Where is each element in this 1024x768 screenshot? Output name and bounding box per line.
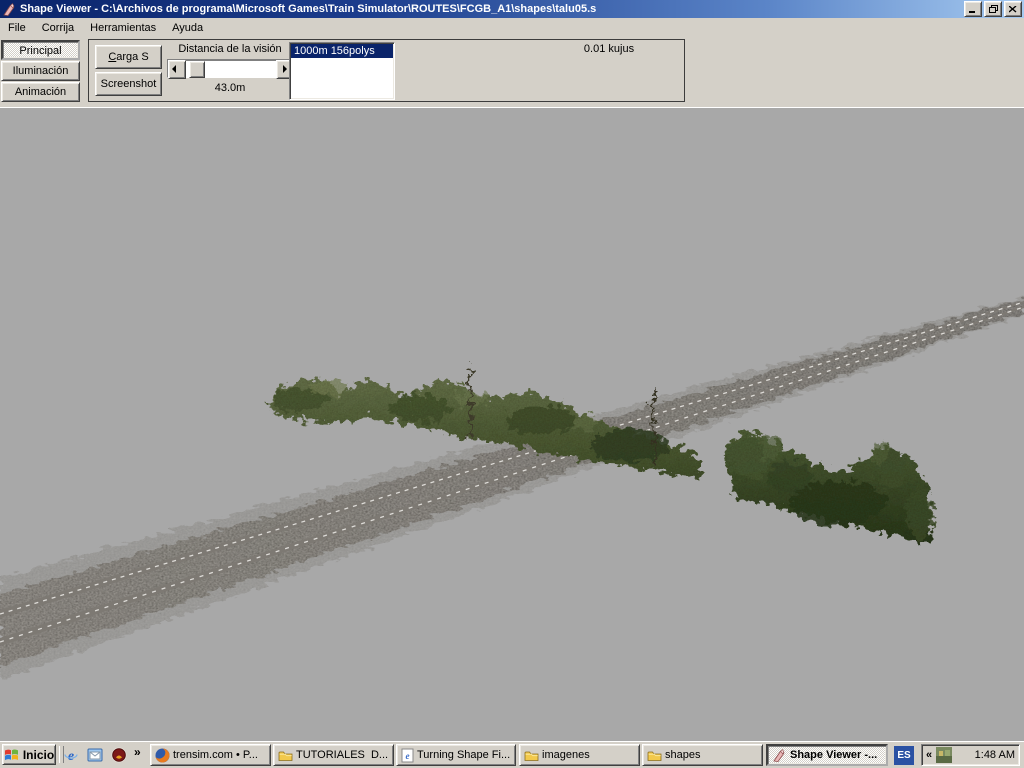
restore-icon xyxy=(989,5,998,13)
folder-icon xyxy=(524,749,539,762)
taskbar-button-shapes[interactable]: shapes xyxy=(642,744,763,766)
shape-viewer-icon xyxy=(772,748,787,763)
viewport-3d[interactable] xyxy=(0,108,1024,741)
taskbar-button-label: TUTORIALES D... xyxy=(296,749,389,761)
left-triangle-icon xyxy=(172,65,176,73)
restore-button[interactable] xyxy=(984,1,1002,17)
svg-text:e: e xyxy=(68,749,74,763)
outlook-express-icon xyxy=(87,747,103,763)
lod-listbox[interactable]: 1000m 156polys xyxy=(289,42,395,100)
view-distance-slider[interactable] xyxy=(167,59,295,78)
taskbar-button-label: shapes xyxy=(665,749,758,761)
taskbar-clock: 1:48 AM xyxy=(975,749,1015,761)
desktop: { "window": { "title": "Shape Viewer - C… xyxy=(0,0,1024,768)
railway-scene xyxy=(0,108,1024,741)
taskbar-button-label: Shape Viewer -... xyxy=(790,749,882,761)
taskbar-button-label: imagenes xyxy=(542,749,635,761)
menu-file[interactable]: File xyxy=(0,20,34,36)
svg-text:e: e xyxy=(406,751,410,761)
menu-bar: File Corrija Herramientas Ayuda xyxy=(0,18,1024,37)
quick-launch-outlook-express[interactable] xyxy=(86,746,104,764)
stat-readout: 0.01 kujus xyxy=(529,43,689,55)
red-app-icon xyxy=(111,747,127,763)
start-button[interactable]: Inicio xyxy=(2,744,56,765)
view-distance-value: 43.0m xyxy=(165,82,295,94)
title-bar[interactable]: Shape Viewer - C:\Archivos de programa\M… xyxy=(0,0,1024,18)
taskbar-button-label: trensim.com • P... xyxy=(173,749,266,761)
quick-launch-internet-explorer[interactable]: e xyxy=(62,746,80,764)
close-icon xyxy=(1009,6,1017,13)
slider-track[interactable] xyxy=(186,60,276,77)
tab-principal[interactable]: Principal xyxy=(1,40,80,60)
slider-left-arrow[interactable] xyxy=(168,60,186,79)
tab-iluminacion[interactable]: Iluminación xyxy=(1,61,80,81)
internet-explorer-icon: e xyxy=(63,747,79,763)
right-triangle-icon xyxy=(283,65,287,73)
quick-launch-overflow-chevron[interactable]: » xyxy=(134,745,141,759)
quick-launch-red-app[interactable] xyxy=(110,746,128,764)
start-label: Inicio xyxy=(23,748,54,762)
windows-flag-icon xyxy=(4,747,20,762)
load-shape-button[interactable]: Carga S xyxy=(95,45,162,69)
slider-thumb[interactable] xyxy=(189,61,205,78)
tool-strip: Principal Iluminación Animación Carga S … xyxy=(0,37,1024,108)
menu-corrija[interactable]: Corrija xyxy=(34,20,82,36)
system-tray: « 1:48 AM xyxy=(921,744,1020,766)
menu-ayuda[interactable]: Ayuda xyxy=(164,20,211,36)
firefox-icon xyxy=(155,748,170,763)
html-doc-icon: e xyxy=(401,748,414,763)
taskbar-button-trensim[interactable]: trensim.com • P... xyxy=(150,744,271,766)
taskbar-button-shape-viewer[interactable]: Shape Viewer -... xyxy=(766,744,888,766)
taskbar-button-imagenes[interactable]: imagenes xyxy=(519,744,640,766)
minimize-button[interactable] xyxy=(964,1,982,17)
shape-viewer-icon xyxy=(2,2,17,17)
taskbar: Inicio e » trensim.com • P... xyxy=(0,741,1024,768)
tab-animacion[interactable]: Animación xyxy=(1,82,80,102)
menu-herramientas[interactable]: Herramientas xyxy=(82,20,164,36)
close-button[interactable] xyxy=(1004,1,1022,17)
folder-icon xyxy=(647,749,662,762)
viewer-control-panel: Carga S Screenshot Distancia de la visió… xyxy=(88,39,685,102)
tray-expand-chevron[interactable]: « xyxy=(926,749,932,761)
folder-icon xyxy=(278,749,293,762)
tray-app-icon[interactable] xyxy=(936,747,952,763)
window-title: Shape Viewer - C:\Archivos de programa\M… xyxy=(20,0,962,18)
taskbar-button-tutoriales[interactable]: TUTORIALES D... xyxy=(273,744,394,766)
view-distance-label: Distancia de la visión xyxy=(165,43,295,55)
minimize-icon xyxy=(969,6,977,13)
screenshot-button[interactable]: Screenshot xyxy=(95,72,162,96)
taskbar-button-turning-shape[interactable]: e Turning Shape Fi... xyxy=(396,744,516,766)
lod-item-selected[interactable]: 1000m 156polys xyxy=(291,44,393,58)
taskbar-button-label: Turning Shape Fi... xyxy=(417,749,511,761)
language-indicator[interactable]: ES xyxy=(894,746,914,765)
